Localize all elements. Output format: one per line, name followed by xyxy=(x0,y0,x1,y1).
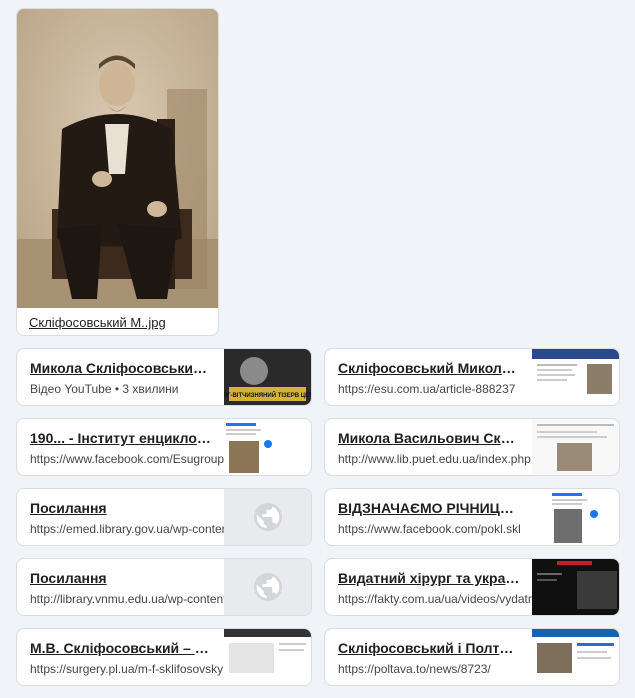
webpage-thumbnail xyxy=(532,629,619,685)
result-title[interactable]: Микола Скліфосовський - ... xyxy=(30,360,212,376)
globe-thumbnail xyxy=(224,489,311,545)
webpage-thumbnail xyxy=(224,629,311,685)
video-thumbnail: ХИРОРГ-ВІТЧИЗНЯНИЙ ТІЗЕРВ ЦЕТИ ОН xyxy=(224,349,311,405)
video-thumbnail-text: ХИРОРГ-ВІТЧИЗНЯНИЙ ТІЗЕРВ ЦЕТИ ОН xyxy=(224,391,311,399)
result-subtitle: https://www.facebook.com/Esugroup xyxy=(30,452,225,466)
image-caption-link[interactable]: Скліфосовський М..jpg xyxy=(29,315,166,330)
result-card[interactable]: Посилання http://library.vnmu.edu.ua/wp-… xyxy=(16,558,312,616)
result-card[interactable]: Посилання https://emed.library.gov.ua/wp… xyxy=(16,488,312,546)
webpage-thumbnail xyxy=(532,419,619,475)
facebook-thumbnail xyxy=(224,419,311,475)
result-title[interactable]: Посилання xyxy=(30,570,212,586)
result-subtitle: http://www.lib.puet.edu.ua/index.php xyxy=(338,452,531,466)
result-title[interactable]: Микола Васильович Скліф... xyxy=(338,430,520,446)
result-title[interactable]: 190... - Інститут енциклоп... xyxy=(30,430,212,446)
result-subtitle: https://emed.library.gov.ua/wp-content xyxy=(30,522,225,536)
result-subtitle: http://library.vnmu.edu.ua/wp-content xyxy=(30,592,225,606)
globe-thumbnail xyxy=(224,559,311,615)
image-result-card[interactable]: Скліфосовський М..jpg xyxy=(16,8,219,336)
result-card[interactable]: 190... - Інститут енциклоп... https://ww… xyxy=(16,418,312,476)
result-card[interactable]: Видатний хірург та украї... https://fakt… xyxy=(324,558,620,616)
result-title[interactable]: Скліфосовський Микола В... xyxy=(338,360,520,376)
result-subtitle: https://esu.com.ua/article-888237 xyxy=(338,382,516,396)
video-thumbnail xyxy=(532,559,619,615)
result-title[interactable]: Скліфосовський і Полтава... xyxy=(338,640,520,656)
globe-icon xyxy=(253,572,282,602)
result-title[interactable]: ВІДЗНАЧАЄМО РІЧНИЦЮ ... xyxy=(338,500,520,516)
result-subtitle: https://poltava.to/news/8723/ xyxy=(338,662,491,676)
globe-icon xyxy=(253,502,282,532)
result-subtitle: https://www.facebook.com/pokl.skl xyxy=(338,522,521,536)
result-card[interactable]: Микола Васильович Скліф... http://www.li… xyxy=(324,418,620,476)
result-subtitle: Відео YouTube • 3 хвилини xyxy=(30,382,179,396)
facebook-thumbnail xyxy=(532,489,619,545)
result-subtitle: https://surgery.pl.ua/m-f-sklifosovsky xyxy=(30,662,224,676)
result-title[interactable]: М.В. Скліфосовський – Ас... xyxy=(30,640,212,656)
result-card[interactable]: Скліфосовський і Полтава... https://polt… xyxy=(324,628,620,686)
result-card[interactable]: ВІДЗНАЧАЄМО РІЧНИЦЮ ... https://www.face… xyxy=(324,488,620,546)
webpage-thumbnail xyxy=(532,349,619,405)
result-card[interactable]: Скліфосовський Микола В... https://esu.c… xyxy=(324,348,620,406)
portrait-photo[interactable] xyxy=(17,9,219,308)
result-subtitle: https://fakty.com.ua/ua/videos/vydatn xyxy=(338,592,533,606)
result-card[interactable]: М.В. Скліфосовський – Ас... https://surg… xyxy=(16,628,312,686)
result-title[interactable]: Видатний хірург та украї... xyxy=(338,570,520,586)
result-card[interactable]: Микола Скліфосовський - ... Відео YouTub… xyxy=(16,348,312,406)
result-title[interactable]: Посилання xyxy=(30,500,212,516)
